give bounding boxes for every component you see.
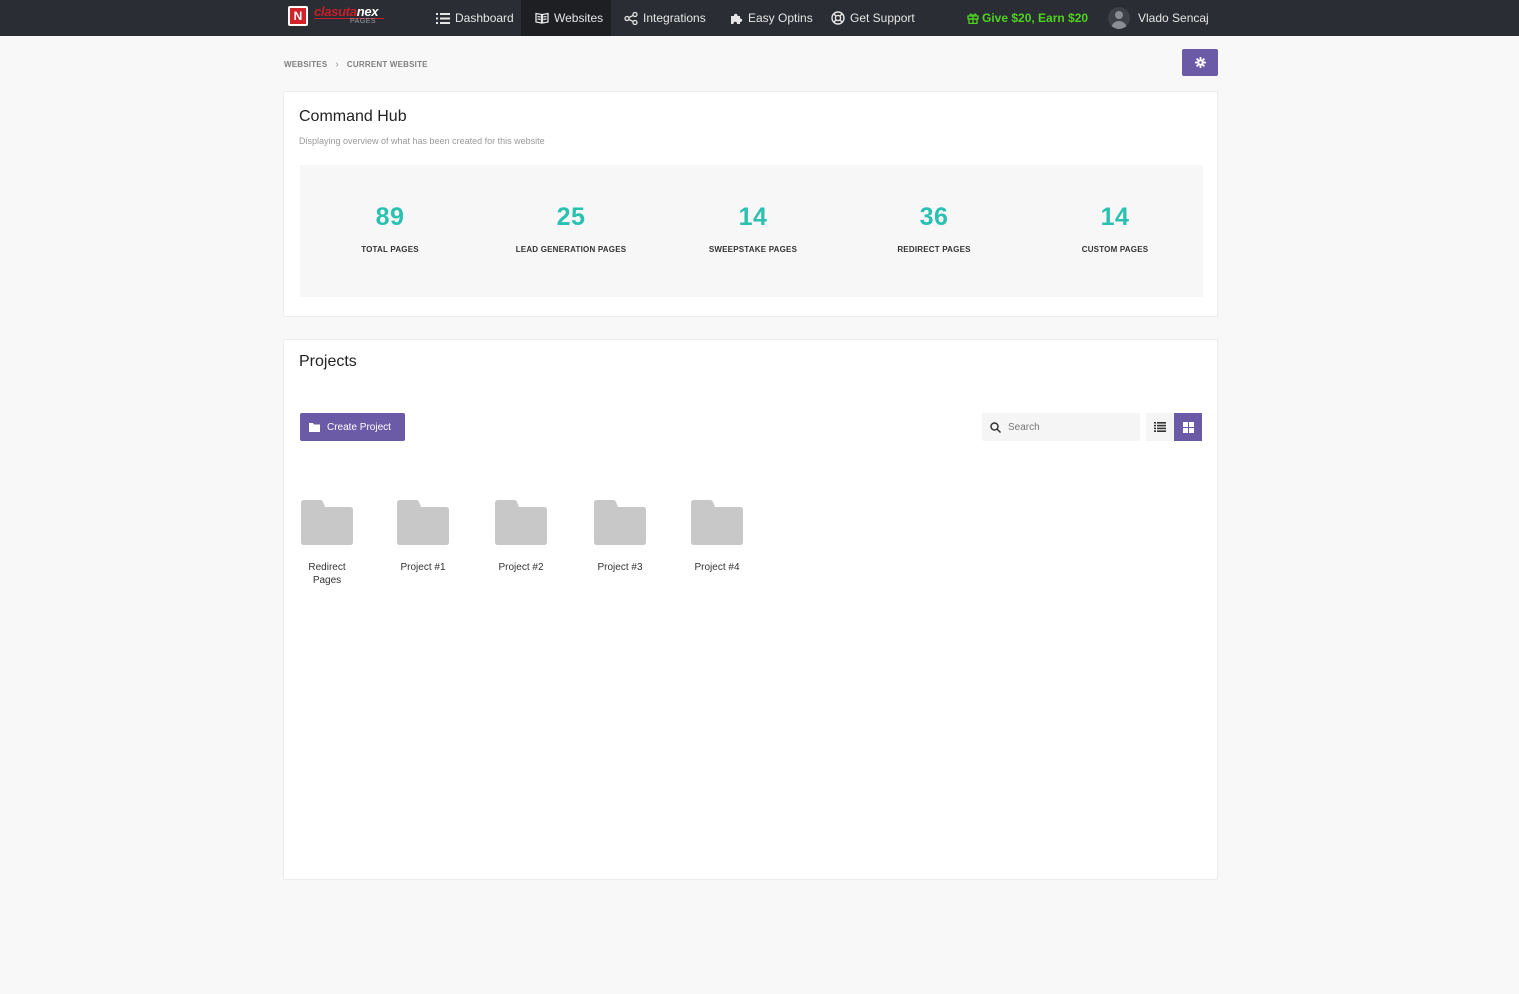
stat-value: 89	[375, 203, 405, 231]
folder-label-line1: Project #1	[400, 562, 446, 573]
share-icon	[624, 11, 638, 25]
nav-dashboard-label: Dashboard	[455, 11, 514, 25]
folder-label: Project #4	[686, 561, 748, 574]
projects-title: Projects	[299, 353, 357, 370]
nav-get-support[interactable]: Get Support	[831, 0, 915, 36]
projects-card: Projects Create Project Redirect Pages Pr…	[283, 339, 1218, 880]
breadcrumb-current-website: CURRENT WEBSITE	[346, 59, 428, 69]
stat-sweepstake-pages: 14 SWEEPSTAKE PAGES	[663, 165, 843, 297]
breadcrumb-separator-icon: ›	[335, 58, 339, 70]
user-avatar[interactable]	[1108, 7, 1130, 29]
nav-easy-optins[interactable]: Easy Optins	[730, 0, 813, 36]
brand-logo[interactable]: N clasutanex PAGES	[288, 5, 392, 27]
create-project-label: Create Project	[327, 421, 391, 433]
stat-label: LEAD GENERATION PAGES	[515, 245, 627, 254]
nav-dashboard[interactable]: Dashboard	[436, 0, 514, 36]
logo-text-a: clasuta	[314, 4, 357, 19]
stat-custom-pages: 14 CUSTOM PAGES	[1025, 165, 1205, 297]
promo-link[interactable]: Give $20, Earn $20	[967, 0, 1088, 36]
command-hub-title: Command Hub	[299, 108, 407, 125]
top-navbar: N clasutanex PAGES Dashboard Websites In…	[0, 0, 1519, 36]
book-icon	[535, 12, 549, 24]
search-icon	[990, 421, 1001, 433]
nav-integrations-label: Integrations	[643, 11, 706, 25]
stat-value: 14	[738, 203, 768, 231]
create-project-button[interactable]: Create Project	[300, 413, 405, 441]
settings-button[interactable]	[1182, 49, 1218, 76]
project-folder-redirect-pages[interactable]: Redirect Pages	[296, 500, 358, 587]
project-folder-2[interactable]: Project #2	[490, 500, 552, 574]
stat-total-pages: 89 TOTAL PAGES	[300, 165, 480, 297]
user-name[interactable]: Vlado Sencaj	[1138, 0, 1209, 36]
stat-label: CUSTOM PAGES	[1081, 245, 1149, 254]
grid-view-button[interactable]	[1174, 413, 1202, 441]
folder-icon	[495, 500, 547, 545]
project-folder-1[interactable]: Project #1	[392, 500, 454, 574]
stat-value: 25	[556, 203, 586, 231]
stat-label: SWEEPSTAKE PAGES	[708, 245, 798, 254]
folder-label-line2: Pages	[312, 575, 342, 586]
folder-label-line1: Redirect	[308, 562, 346, 573]
stat-label: REDIRECT PAGES	[897, 245, 971, 254]
folder-label-line1: Project #4	[694, 562, 740, 573]
logo-badge-icon: N	[288, 6, 308, 26]
list-icon	[436, 12, 450, 24]
folder-icon	[594, 500, 646, 545]
list-icon	[1154, 422, 1166, 432]
nav-websites-label: Websites	[554, 11, 604, 25]
list-view-button[interactable]	[1146, 413, 1174, 441]
command-hub-subtitle: Displaying overview of what has been cre…	[299, 136, 545, 146]
grid-icon	[1182, 421, 1194, 433]
promo-label: Give $20, Earn $20	[982, 11, 1089, 25]
gear-icon	[1194, 57, 1206, 68]
logo-sub: PAGES	[350, 18, 377, 25]
logo-text-b: nex	[356, 4, 379, 19]
stat-redirect-pages: 36 REDIRECT PAGES	[844, 165, 1024, 297]
avatar-head	[1115, 11, 1123, 19]
nav-integrations[interactable]: Integrations	[624, 0, 706, 36]
folder-label-line1: Project #2	[498, 562, 544, 573]
stat-value: 36	[919, 203, 949, 231]
stats-panel: 89 TOTAL PAGES 25 LEAD GENERATION PAGES …	[300, 165, 1203, 297]
avatar-body	[1111, 21, 1127, 29]
logo-main: clasutanex	[314, 4, 379, 19]
lifebuoy-icon	[831, 11, 845, 25]
search-box	[982, 413, 1140, 441]
folder-label: Project #3	[589, 561, 651, 574]
folder-label: Project #1	[392, 561, 454, 574]
puzzle-icon	[731, 13, 743, 24]
folder-icon	[397, 500, 449, 545]
nav-websites[interactable]: Websites	[521, 0, 611, 36]
folder-icon	[301, 500, 353, 545]
project-folder-4[interactable]: Project #4	[686, 500, 748, 574]
stat-lead-generation-pages: 25 LEAD GENERATION PAGES	[481, 165, 661, 297]
nav-easy-optins-label: Easy Optins	[748, 11, 813, 25]
search-input[interactable]	[1008, 421, 1128, 433]
logo-wordmark: clasutanex PAGES	[314, 5, 390, 27]
breadcrumb-websites[interactable]: WEBSITES	[284, 60, 327, 69]
project-folder-3[interactable]: Project #3	[589, 500, 651, 574]
folder-icon	[691, 500, 743, 545]
folder-label-line1: Project #3	[597, 562, 643, 573]
breadcrumb: WEBSITES › CURRENT WEBSITE	[284, 58, 428, 70]
gift-icon	[967, 13, 979, 24]
nav-get-support-label: Get Support	[850, 11, 915, 25]
folder-icon	[309, 422, 320, 432]
stat-value: 14	[1100, 203, 1130, 231]
stat-label: TOTAL PAGES	[361, 245, 419, 254]
folder-label: Redirect Pages	[296, 561, 358, 587]
command-hub-card: Command Hub Displaying overview of what …	[283, 91, 1218, 317]
folder-label: Project #2	[490, 561, 552, 574]
